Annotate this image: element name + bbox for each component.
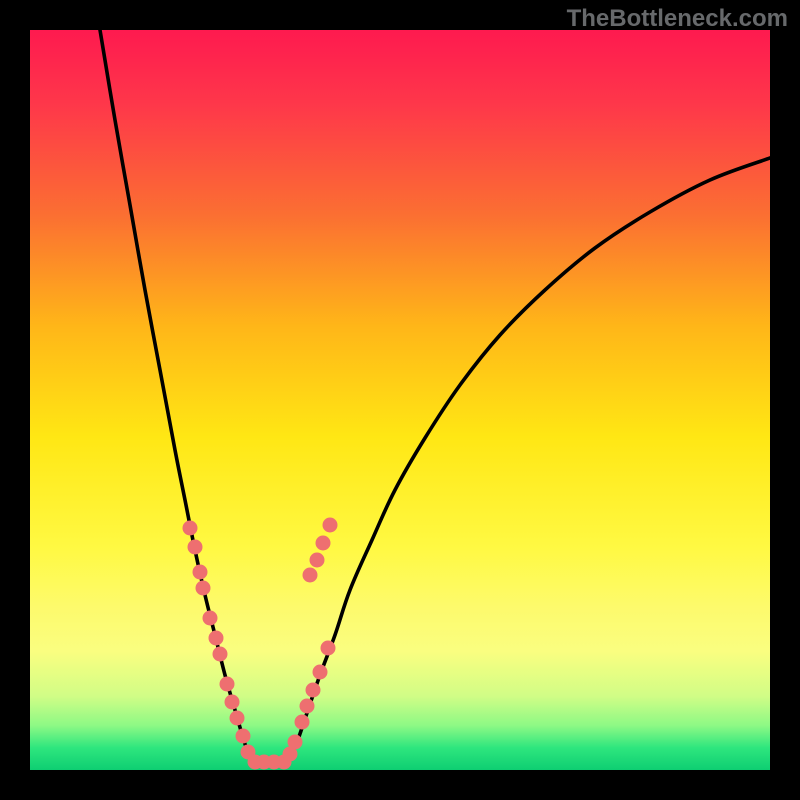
data-marker [203, 611, 218, 626]
data-marker [183, 521, 198, 536]
data-marker [188, 540, 203, 555]
data-marker [313, 665, 328, 680]
data-marker [300, 699, 315, 714]
data-marker [323, 518, 338, 533]
data-marker [196, 581, 211, 596]
data-marker [288, 735, 303, 750]
data-marker [306, 683, 321, 698]
data-marker [230, 711, 245, 726]
data-marker [295, 715, 310, 730]
chart-svg [30, 30, 770, 770]
data-marker [225, 695, 240, 710]
curve-right-branch [288, 158, 770, 762]
data-marker [213, 647, 228, 662]
data-marker [193, 565, 208, 580]
data-marker [220, 677, 235, 692]
data-marker [303, 568, 318, 583]
curve-left-branch [100, 30, 252, 762]
data-marker [310, 553, 325, 568]
data-marker [321, 641, 336, 656]
data-marker [209, 631, 224, 646]
data-marker [236, 729, 251, 744]
data-markers-group [183, 518, 338, 770]
chart-plot-area [30, 30, 770, 770]
watermark-text: TheBottleneck.com [567, 5, 788, 33]
data-marker [316, 536, 331, 551]
